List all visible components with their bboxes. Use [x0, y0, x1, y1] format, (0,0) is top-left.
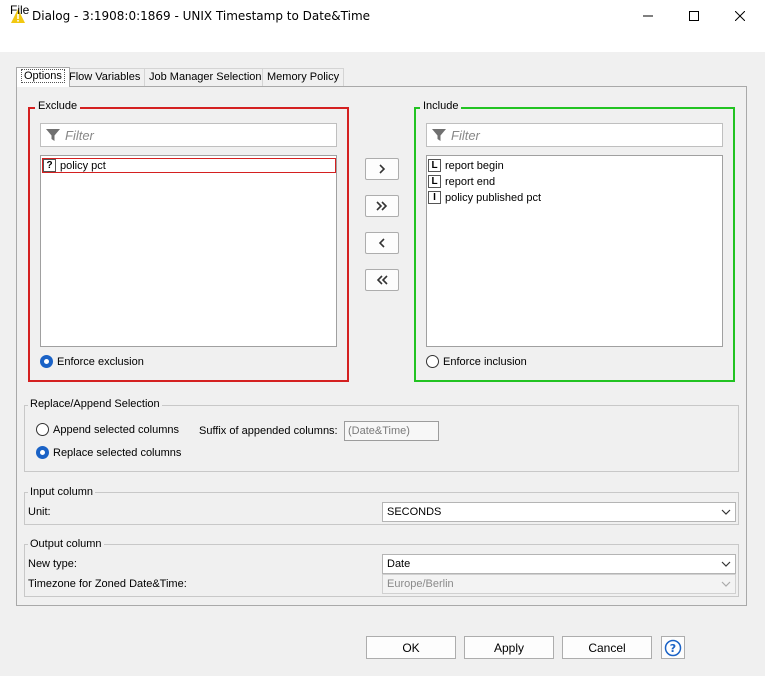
cancel-button[interactable]: Cancel [562, 636, 652, 659]
replace-append-legend: Replace/Append Selection [28, 398, 162, 410]
timezone-select[interactable]: Europe/Berlin [382, 574, 736, 594]
include-filter-input[interactable]: Filter [426, 123, 723, 147]
tab-memory-policy[interactable]: Memory Policy [262, 68, 345, 86]
close-button[interactable] [717, 0, 763, 32]
enforce-inclusion-label: Enforce inclusion [443, 355, 527, 368]
list-item[interactable]: L report begin [428, 158, 504, 173]
timezone-select-value: Europe/Berlin [387, 578, 454, 590]
ok-button[interactable]: OK [366, 636, 456, 659]
timezone-label: Timezone for Zoned Date&Time: [28, 578, 187, 590]
radio-unselected-icon [426, 355, 439, 368]
list-item[interactable]: I policy published pct [428, 190, 541, 205]
list-item-label: policy published pct [445, 191, 542, 204]
chevron-left-icon [378, 238, 385, 248]
remove-all-button[interactable] [365, 269, 399, 291]
filter-icon [46, 129, 60, 141]
minimize-icon [643, 15, 653, 17]
include-filter-placeholder: Filter [451, 127, 480, 143]
replace-columns-radio[interactable]: Replace selected columns [36, 446, 181, 459]
append-columns-radio[interactable]: Append selected columns [36, 423, 179, 436]
apply-button[interactable]: Apply [464, 636, 554, 659]
help-button[interactable]: ? [661, 636, 685, 659]
chevron-down-icon [721, 581, 731, 587]
list-item-label: report end [445, 175, 496, 188]
add-button[interactable] [365, 158, 399, 180]
window-title: Dialog - 3:1908:0:1869 - UNIX Timestamp … [32, 9, 371, 23]
radio-unselected-icon [36, 423, 49, 436]
unknown-type-icon: ? [43, 159, 56, 172]
chevron-down-icon [721, 561, 731, 567]
suffix-input[interactable]: (Date&Time) [344, 421, 439, 441]
maximize-icon [689, 11, 699, 21]
remove-button[interactable] [365, 232, 399, 254]
close-icon [735, 11, 745, 21]
list-item-label: report begin [445, 159, 504, 172]
output-column-legend: Output column [28, 538, 104, 550]
unit-select-value: SECONDS [387, 506, 442, 518]
integer-type-icon: I [428, 191, 441, 204]
exclude-filter-placeholder: Filter [65, 127, 94, 143]
replace-columns-label: Replace selected columns [53, 446, 182, 459]
radio-selected-icon [36, 446, 49, 459]
tab-flow-variables[interactable]: Flow Variables [64, 68, 146, 86]
enforce-exclusion-radio[interactable]: Enforce exclusion [40, 355, 144, 368]
new-type-select-value: Date [387, 558, 411, 570]
radio-selected-icon [40, 355, 53, 368]
chevron-down-icon [721, 509, 731, 515]
new-type-select[interactable]: Date [382, 554, 736, 574]
enforce-inclusion-radio[interactable]: Enforce inclusion [426, 355, 527, 368]
menu-file[interactable]: File [10, 3, 29, 17]
new-type-label: New type: [28, 558, 77, 570]
filter-icon [432, 129, 446, 141]
list-item[interactable]: L report end [428, 174, 495, 189]
local-date-time-type-icon: L [428, 159, 441, 172]
enforce-exclusion-label: Enforce exclusion [57, 355, 144, 368]
minimize-button[interactable] [625, 0, 671, 32]
include-list[interactable]: L report begin L report end I policy pub… [426, 155, 723, 347]
help-icon-glyph: ? [670, 642, 676, 655]
tab-options[interactable]: Options [16, 67, 70, 87]
unit-select[interactable]: SECONDS [382, 502, 736, 522]
input-column-legend: Input column [28, 486, 95, 498]
exclude-legend: Exclude [35, 100, 81, 112]
exclude-list[interactable]: ? policy pct [40, 155, 337, 347]
exclude-filter-input[interactable]: Filter [40, 123, 337, 147]
local-date-time-type-icon: L [428, 175, 441, 188]
help-icon: ? [664, 639, 682, 656]
tab-job-manager-selection[interactable]: Job Manager Selection [144, 68, 267, 86]
list-item[interactable]: ? policy pct [42, 158, 336, 173]
add-all-button[interactable] [365, 195, 399, 217]
include-legend: Include [420, 100, 462, 112]
chevron-right-icon [379, 164, 386, 174]
suffix-label: Suffix of appended columns: [199, 425, 338, 437]
double-chevron-right-icon [376, 201, 388, 211]
double-chevron-left-icon [376, 275, 388, 285]
tab-options-label: Options [21, 69, 65, 83]
list-item-label: policy pct [60, 159, 106, 172]
unit-label: Unit: [28, 506, 51, 518]
maximize-button[interactable] [671, 0, 717, 32]
append-columns-label: Append selected columns [53, 423, 179, 436]
menu-bar [0, 32, 765, 52]
